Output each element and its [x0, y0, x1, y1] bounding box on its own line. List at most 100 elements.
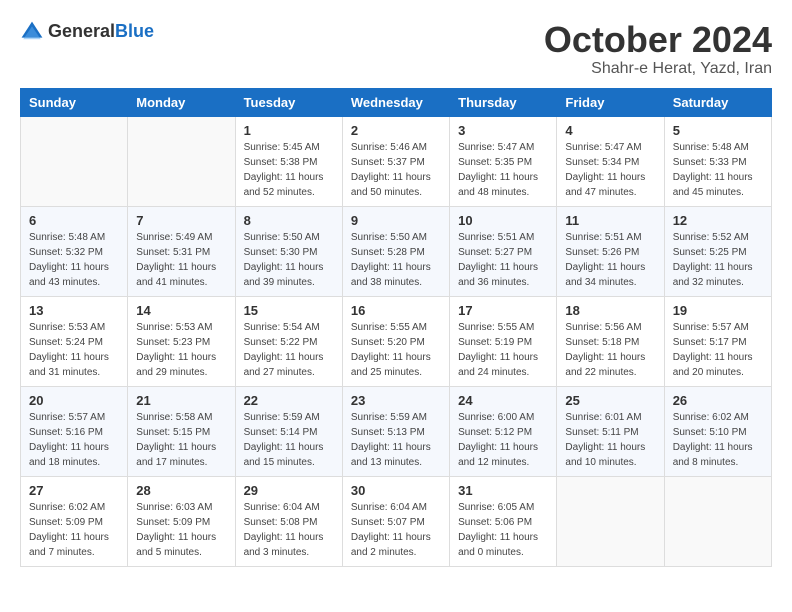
day-info: Sunrise: 5:57 AMSunset: 5:16 PMDaylight:… — [29, 410, 119, 470]
day-number: 2 — [351, 123, 441, 138]
logo: GeneralBlue — [20, 20, 154, 44]
day-info: Sunrise: 5:48 AMSunset: 5:32 PMDaylight:… — [29, 230, 119, 290]
day-info: Sunrise: 5:48 AMSunset: 5:33 PMDaylight:… — [673, 140, 763, 200]
day-number: 1 — [244, 123, 334, 138]
day-number: 23 — [351, 393, 441, 408]
day-info: Sunrise: 6:02 AMSunset: 5:10 PMDaylight:… — [673, 410, 763, 470]
day-number: 17 — [458, 303, 548, 318]
calendar-cell: 18 Sunrise: 5:56 AMSunset: 5:18 PMDayligh… — [557, 296, 664, 386]
day-number: 20 — [29, 393, 119, 408]
day-info: Sunrise: 5:58 AMSunset: 5:15 PMDaylight:… — [136, 410, 226, 470]
logo-text-general: General — [48, 21, 115, 41]
calendar-cell: 23 Sunrise: 5:59 AMSunset: 5:13 PMDayligh… — [342, 386, 449, 476]
day-info: Sunrise: 5:59 AMSunset: 5:13 PMDaylight:… — [351, 410, 441, 470]
calendar-header-thursday: Thursday — [450, 88, 557, 116]
calendar-cell — [664, 476, 771, 566]
calendar-cell: 22 Sunrise: 5:59 AMSunset: 5:14 PMDayligh… — [235, 386, 342, 476]
day-info: Sunrise: 5:47 AMSunset: 5:34 PMDaylight:… — [565, 140, 655, 200]
day-number: 16 — [351, 303, 441, 318]
day-info: Sunrise: 5:55 AMSunset: 5:19 PMDaylight:… — [458, 320, 548, 380]
calendar-cell: 8 Sunrise: 5:50 AMSunset: 5:30 PMDaylight… — [235, 206, 342, 296]
day-number: 8 — [244, 213, 334, 228]
day-number: 7 — [136, 213, 226, 228]
calendar-week-row: 13 Sunrise: 5:53 AMSunset: 5:24 PMDayligh… — [21, 296, 772, 386]
day-info: Sunrise: 5:53 AMSunset: 5:23 PMDaylight:… — [136, 320, 226, 380]
calendar-cell: 19Sunrise: 5:57 AMSunset: 5:17 PMDayligh… — [664, 296, 771, 386]
day-info: Sunrise: 6:03 AMSunset: 5:09 PMDaylight:… — [136, 500, 226, 560]
title-section: October 2024 Shahr-e Herat, Yazd, Iran — [544, 20, 772, 78]
day-info: Sunrise: 6:04 AMSunset: 5:08 PMDaylight:… — [244, 500, 334, 560]
calendar-cell: 4 Sunrise: 5:47 AMSunset: 5:34 PMDaylight… — [557, 116, 664, 206]
day-info: Sunrise: 5:52 AMSunset: 5:25 PMDaylight:… — [673, 230, 763, 290]
day-info: Sunrise: 6:02 AMSunset: 5:09 PMDaylight:… — [29, 500, 119, 560]
day-number: 18 — [565, 303, 655, 318]
calendar-cell: 2 Sunrise: 5:46 AMSunset: 5:37 PMDaylight… — [342, 116, 449, 206]
calendar-cell: 27 Sunrise: 6:02 AMSunset: 5:09 PMDayligh… — [21, 476, 128, 566]
day-info: Sunrise: 5:46 AMSunset: 5:37 PMDaylight:… — [351, 140, 441, 200]
calendar-cell — [557, 476, 664, 566]
day-number: 14 — [136, 303, 226, 318]
day-number: 22 — [244, 393, 334, 408]
day-info: Sunrise: 5:50 AMSunset: 5:28 PMDaylight:… — [351, 230, 441, 290]
calendar-header-tuesday: Tuesday — [235, 88, 342, 116]
calendar-cell: 5Sunrise: 5:48 AMSunset: 5:33 PMDaylight… — [664, 116, 771, 206]
calendar-cell: 29 Sunrise: 6:04 AMSunset: 5:08 PMDayligh… — [235, 476, 342, 566]
calendar-header-friday: Friday — [557, 88, 664, 116]
calendar-cell: 26Sunrise: 6:02 AMSunset: 5:10 PMDayligh… — [664, 386, 771, 476]
calendar-header-row: SundayMondayTuesdayWednesdayThursdayFrid… — [21, 88, 772, 116]
calendar-cell: 1 Sunrise: 5:45 AMSunset: 5:38 PMDaylight… — [235, 116, 342, 206]
header: GeneralBlue October 2024 Shahr-e Herat, … — [20, 20, 772, 78]
calendar-table: SundayMondayTuesdayWednesdayThursdayFrid… — [20, 88, 772, 567]
day-number: 24 — [458, 393, 548, 408]
calendar-cell: 12Sunrise: 5:52 AMSunset: 5:25 PMDayligh… — [664, 206, 771, 296]
calendar-cell: 14 Sunrise: 5:53 AMSunset: 5:23 PMDayligh… — [128, 296, 235, 386]
day-info: Sunrise: 5:51 AMSunset: 5:27 PMDaylight:… — [458, 230, 548, 290]
day-number: 3 — [458, 123, 548, 138]
day-info: Sunrise: 5:59 AMSunset: 5:14 PMDaylight:… — [244, 410, 334, 470]
day-info: Sunrise: 5:56 AMSunset: 5:18 PMDaylight:… — [565, 320, 655, 380]
calendar-cell: 10Sunrise: 5:51 AMSunset: 5:27 PMDayligh… — [450, 206, 557, 296]
day-number: 15 — [244, 303, 334, 318]
day-number: 25 — [565, 393, 655, 408]
logo-text-blue: Blue — [115, 21, 154, 41]
day-info: Sunrise: 5:57 AMSunset: 5:17 PMDaylight:… — [673, 320, 763, 380]
month-title: October 2024 — [544, 20, 772, 60]
calendar-cell — [21, 116, 128, 206]
day-info: Sunrise: 5:51 AMSunset: 5:26 PMDaylight:… — [565, 230, 655, 290]
calendar-cell: 3 Sunrise: 5:47 AMSunset: 5:35 PMDaylight… — [450, 116, 557, 206]
day-info: Sunrise: 6:00 AMSunset: 5:12 PMDaylight:… — [458, 410, 548, 470]
calendar-week-row: 1 Sunrise: 5:45 AMSunset: 5:38 PMDaylight… — [21, 116, 772, 206]
day-info: Sunrise: 5:50 AMSunset: 5:30 PMDaylight:… — [244, 230, 334, 290]
calendar-cell: 16Sunrise: 5:55 AMSunset: 5:20 PMDayligh… — [342, 296, 449, 386]
calendar-cell: 30Sunrise: 6:04 AMSunset: 5:07 PMDayligh… — [342, 476, 449, 566]
calendar-week-row: 6Sunrise: 5:48 AMSunset: 5:32 PMDaylight… — [21, 206, 772, 296]
calendar-header-saturday: Saturday — [664, 88, 771, 116]
calendar-cell — [128, 116, 235, 206]
day-number: 9 — [351, 213, 441, 228]
calendar-cell: 31Sunrise: 6:05 AMSunset: 5:06 PMDayligh… — [450, 476, 557, 566]
calendar-cell: 13 Sunrise: 5:53 AMSunset: 5:24 PMDayligh… — [21, 296, 128, 386]
calendar-cell: 11Sunrise: 5:51 AMSunset: 5:26 PMDayligh… — [557, 206, 664, 296]
calendar-cell: 9 Sunrise: 5:50 AMSunset: 5:28 PMDaylight… — [342, 206, 449, 296]
calendar-header-sunday: Sunday — [21, 88, 128, 116]
day-number: 29 — [244, 483, 334, 498]
day-number: 30 — [351, 483, 441, 498]
calendar-cell: 28Sunrise: 6:03 AMSunset: 5:09 PMDayligh… — [128, 476, 235, 566]
calendar-week-row: 27 Sunrise: 6:02 AMSunset: 5:09 PMDayligh… — [21, 476, 772, 566]
day-info: Sunrise: 5:47 AMSunset: 5:35 PMDaylight:… — [458, 140, 548, 200]
day-number: 21 — [136, 393, 226, 408]
day-info: Sunrise: 5:45 AMSunset: 5:38 PMDaylight:… — [244, 140, 334, 200]
calendar-cell: 20 Sunrise: 5:57 AMSunset: 5:16 PMDayligh… — [21, 386, 128, 476]
day-info: Sunrise: 6:01 AMSunset: 5:11 PMDaylight:… — [565, 410, 655, 470]
logo-icon — [20, 20, 44, 44]
day-number: 27 — [29, 483, 119, 498]
calendar-cell: 21 Sunrise: 5:58 AMSunset: 5:15 PMDayligh… — [128, 386, 235, 476]
day-number: 4 — [565, 123, 655, 138]
calendar-cell: 7 Sunrise: 5:49 AMSunset: 5:31 PMDaylight… — [128, 206, 235, 296]
day-info: Sunrise: 5:49 AMSunset: 5:31 PMDaylight:… — [136, 230, 226, 290]
calendar-cell: 24 Sunrise: 6:00 AMSunset: 5:12 PMDayligh… — [450, 386, 557, 476]
day-info: Sunrise: 5:53 AMSunset: 5:24 PMDaylight:… — [29, 320, 119, 380]
location-title: Shahr-e Herat, Yazd, Iran — [544, 60, 772, 78]
calendar-cell: 6Sunrise: 5:48 AMSunset: 5:32 PMDaylight… — [21, 206, 128, 296]
day-number: 13 — [29, 303, 119, 318]
